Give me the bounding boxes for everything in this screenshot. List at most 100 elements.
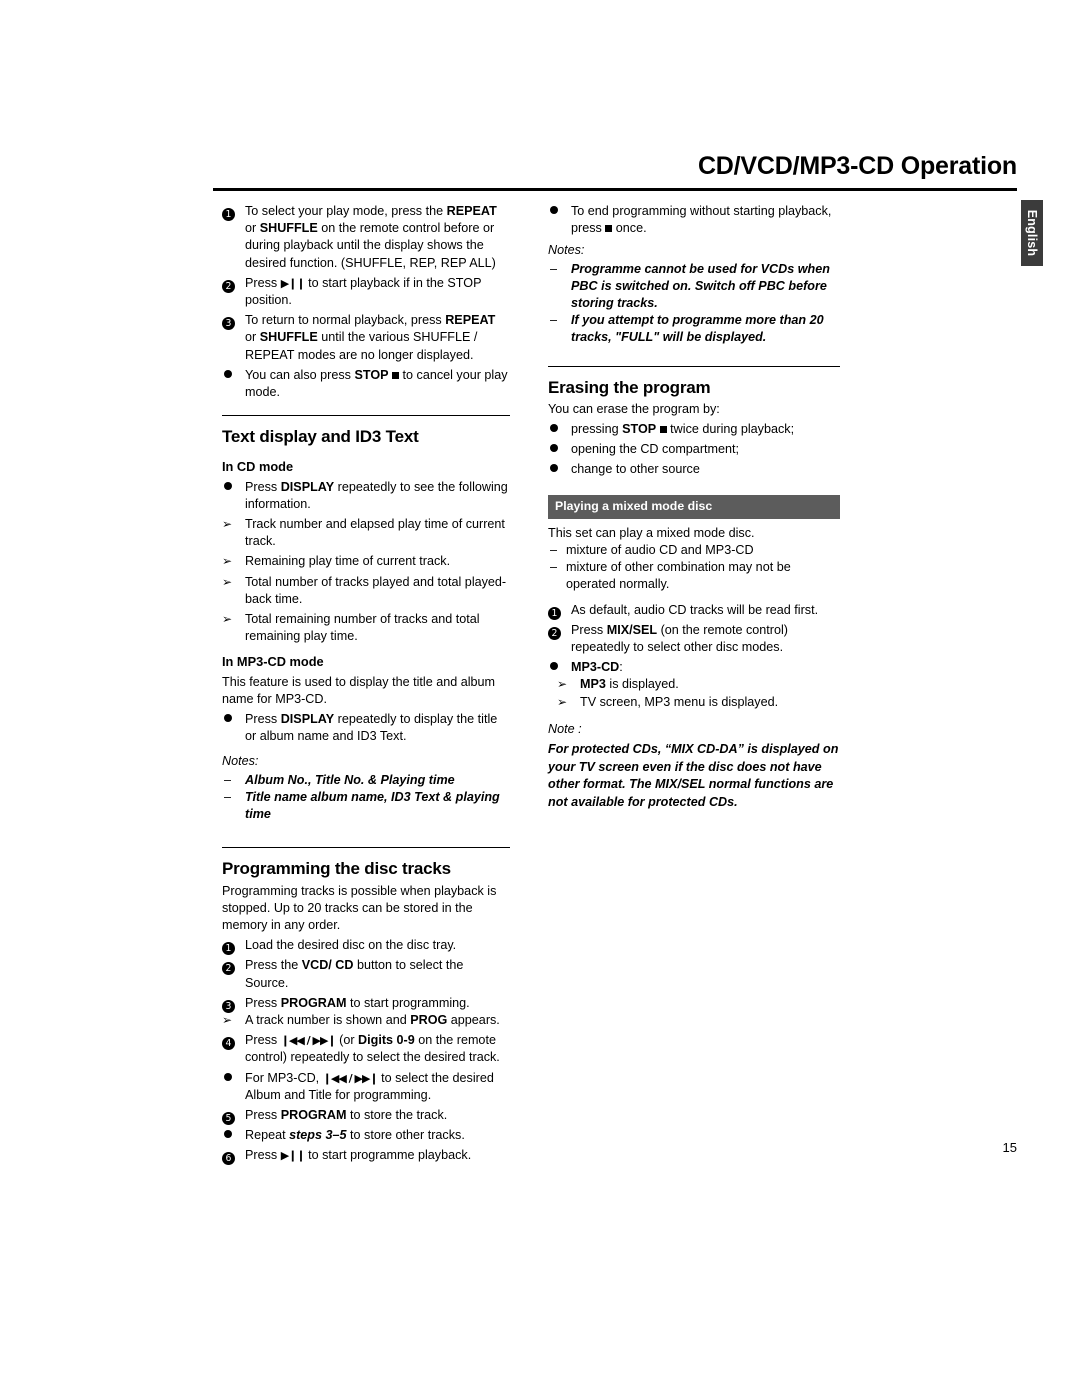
play-mode-note: You can also press STOP to cancel your p… [245,367,508,400]
arrow-icon: ➢ [222,574,233,589]
bullet-marker [222,479,240,496]
cd-display-option-4: Total remaining number of tracks and tot… [245,612,480,644]
list-item: pressing STOP twice during playback; [548,421,840,438]
bullet-marker [222,1127,240,1144]
bullet-marker [548,421,566,438]
prev-next-icons: ❙◀◀ / ▶▶❙ [322,1071,379,1085]
list-item: – mixture of other combination may not b… [548,559,840,593]
list-item: ➢ MP3 is displayed. [548,676,840,693]
list-item: 2 Press ▶❙❙ to start playback if in the … [222,275,510,309]
step-marker-3: 3 [222,312,240,331]
mp3-mode-text: This feature is used to display the titl… [222,674,496,706]
mixed-mode-section: Playing a mixed mode disc This set can p… [548,494,840,812]
left-column: 1 To select your play mode, press the RE… [222,203,510,1168]
prev-next-icons: ❙◀◀ / ▶▶❙ [280,1034,337,1048]
programming-step-4: Press ❙◀◀ / ▶▶❙ (or Digits 0-9 on the re… [245,1033,500,1065]
programming-intro: Programming tracks is possible when play… [222,883,497,932]
list-item: – Title name album name, ID3 Text & play… [222,789,510,823]
cd-display-option-1: Track number and elapsed play time of cu… [245,517,505,549]
step-marker-4: 4 [222,1032,240,1051]
language-tab: English [1021,200,1043,266]
bullet-marker [548,441,566,458]
subheading-cd-mode: In CD mode [222,459,294,475]
arrow-icon: ➢ [557,677,568,692]
list-item: ➢ A track number is shown and PROG appea… [222,1012,510,1029]
bullet-marker [222,711,240,728]
text-display-note-2: Title name album name, ID3 Text & playin… [245,789,500,822]
programming-step-5: Press PROGRAM to store the track. [245,1107,448,1122]
notes-label: Notes: [548,243,585,258]
arrow-icon: ➢ [222,517,233,532]
list-item: 6 Press ▶❙❙ to start programme playback. [222,1147,510,1166]
mixed-mode-arrow-2: TV screen, MP3 menu is displayed. [580,694,779,709]
list-item: 2 Press the VCD/ CD button to select the… [222,957,510,991]
mixed-mode-step-1: As default, audio CD tracks will be read… [571,602,819,617]
title-divider [213,188,1017,191]
list-item: 3 Press PROGRAM to start programming. [222,995,510,1013]
list-item: 1 As default, audio CD tracks will be re… [548,602,840,620]
erasing-section: Erasing the program You can erase the pr… [548,365,840,479]
step-marker-1: 1 [222,937,240,956]
bullet-marker [548,461,566,478]
play-mode-step-2: Press ▶❙❙ to start playback if in the ST… [245,275,482,308]
section-heading-text-display: Text display and ID3 Text [222,427,419,447]
bullet-marker [548,203,566,220]
list-item: ➢ Total number of tracks played and tota… [222,574,510,608]
list-item: ➢ Track number and elapsed play time of … [222,516,510,550]
cd-display-option-2: Remaining play time of current track. [245,554,451,569]
mixed-mode-arrow-1: MP3 is displayed. [580,677,679,692]
note-label: Note : [548,721,582,736]
dash-marker: – [224,772,232,787]
mixed-mode-mp3cd-label: MP3-CD: [571,660,623,675]
page-title: CD/VCD/MP3-CD Operation [697,152,1017,180]
dash-marker: – [224,789,232,804]
dash-marker: – [550,543,558,558]
list-item: – Programme cannot be used for VCDs when… [548,261,840,313]
programming-step-6: Press ▶❙❙ to start programme playback. [245,1148,472,1163]
text-display-section: Text display and ID3 Text In CD mode Pre… [222,415,510,823]
cd-display-instruction: Press DISPLAY repeatedly to see the foll… [245,479,508,511]
section-heading-erasing: Erasing the program [548,377,711,397]
list-item: Press DISPLAY repeatedly to see the foll… [222,479,510,513]
bullet-marker [222,367,240,384]
step-marker-1: 1 [222,203,240,221]
list-item: 1 Load the desired disc on the disc tray… [222,937,510,956]
erasing-intro: You can erase the program by: [548,401,720,416]
text-display-note-1: Album No., Title No. & Playing time [245,772,455,787]
mixed-mode-dash-1: mixture of audio CD and MP3-CD [566,543,754,558]
arrow-icon: ➢ [557,694,568,709]
section-divider [222,415,510,417]
section-divider [548,365,840,367]
step-marker-3: 3 [222,995,240,1013]
cd-display-option-3: Total number of tracks played and total … [245,574,507,606]
list-item: – If you attempt to programme more than … [548,312,840,346]
list-item: To end programming without starting play… [548,203,840,237]
step-marker-6: 6 [222,1147,240,1166]
erasing-option-2: opening the CD compartment; [571,442,740,457]
notes-label: Notes: [222,754,259,769]
arrow-icon: ➢ [222,554,233,569]
bullet-marker [548,659,566,676]
list-item: 5 Press PROGRAM to store the track. [222,1107,510,1125]
language-tab-label: English [1025,209,1039,257]
stop-icon [605,225,613,233]
list-item: opening the CD compartment; [548,441,840,458]
programming-step-3-note: A track number is shown and PROG appears… [245,1012,500,1027]
step-marker-1: 1 [548,602,566,620]
arrow-icon: ➢ [222,1012,233,1027]
dash-marker: – [550,261,558,276]
mixed-mode-bar-title: Playing a mixed mode disc [548,494,840,519]
page-number: 15 [1002,1140,1017,1155]
list-item: 4 Press ❙◀◀ / ▶▶❙ (or Digits 0-9 on the … [222,1032,510,1066]
list-item: For MP3-CD, ❙◀◀ / ▶▶❙ to select the desi… [222,1070,510,1104]
mixed-mode-step-2: Press MIX/SEL (on the remote control) re… [571,622,788,655]
list-item: ➢ Remaining play time of current track. [222,553,510,570]
play-mode-step-3: To return to normal playback, press REPE… [245,313,496,362]
programming-step-4-note: For MP3-CD, ❙◀◀ / ▶▶❙ to select the desi… [245,1070,494,1102]
end-programming-note-1: Programme cannot be used for VCDs when P… [571,261,830,311]
list-item: Repeat steps 3–5 to store other tracks. [222,1127,510,1144]
programming-step-2: Press the VCD/ CD button to select the S… [245,958,464,990]
section-divider [222,847,510,849]
mp3-display-instruction: Press DISPLAY repeatedly to display the … [245,712,498,744]
list-item: You can also press STOP to cancel your p… [222,367,510,401]
